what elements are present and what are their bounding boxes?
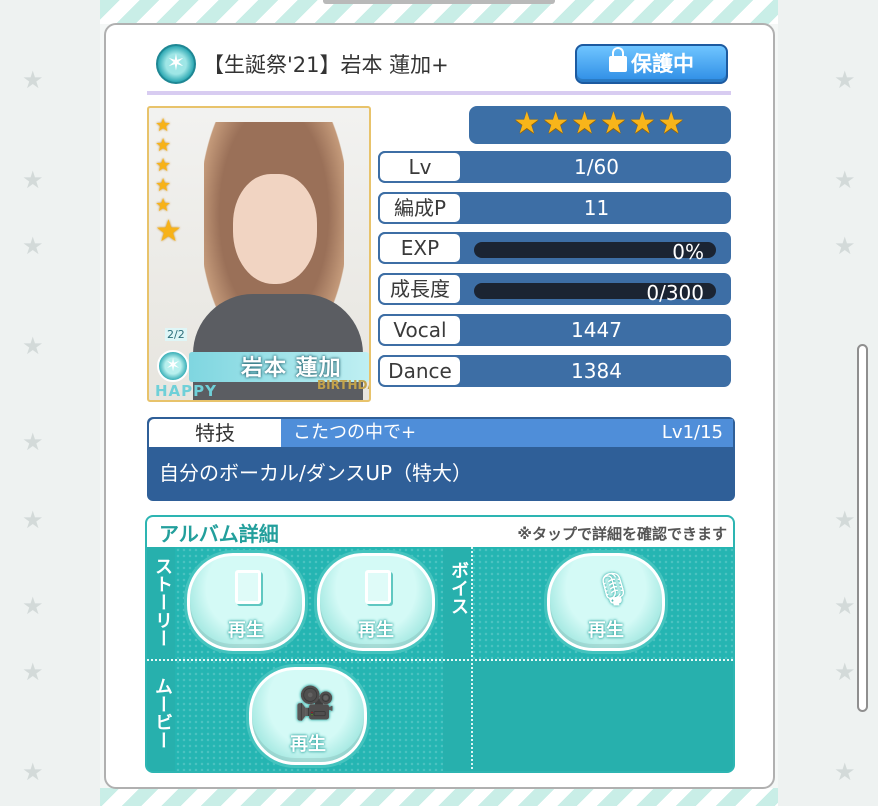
stat-label: 成長度 — [378, 273, 462, 305]
bg-star-icon: ★ — [22, 428, 44, 456]
stat-value: 1/60 — [574, 155, 619, 179]
bg-star-icon: ★ — [22, 166, 44, 194]
background-stripe-bottom — [100, 788, 778, 806]
skill-name: こたつの中で+ — [293, 422, 417, 443]
stat-dance: Dance 1384 — [378, 355, 731, 387]
bg-star-icon: ★ — [834, 506, 856, 534]
story-section-label: ストーリー — [152, 557, 173, 647]
header-divider — [147, 91, 731, 95]
stat-exp: EXP 0% — [378, 232, 731, 264]
bg-star-icon: ★ — [834, 658, 856, 686]
rarity-stars: ★★★★★★ — [469, 106, 731, 144]
stat-growth: 成長度 0/300 — [378, 273, 731, 305]
movie-section-label: ムービー — [152, 677, 173, 749]
star-icon: ★ — [155, 155, 172, 176]
stat-value: 1384 — [571, 359, 622, 383]
exp-progress-bar: 0% — [474, 240, 716, 264]
portrait-rarity-stars: ★ ★ ★ ★ ★ ★ — [155, 115, 182, 249]
skill-description: 自分のボーカル/ダンスUP（特大） — [159, 461, 473, 485]
play-label: 再生 — [228, 620, 264, 641]
portrait-happy-text: HAPPY — [155, 382, 218, 400]
story-play-button-1[interactable]: 再生 — [187, 553, 305, 651]
voice-section-label: ボイス — [448, 561, 469, 615]
skill-panel: 特技 こたつの中で+ Lv1/15 自分のボーカル/ダンスUP（特大） — [147, 417, 735, 501]
bg-star-icon: ★ — [22, 758, 44, 786]
bg-star-icon: ★ — [22, 592, 44, 620]
card-portrait[interactable]: ★ ★ ★ ★ ★ ★ 2/2 ✶ 岩本 蓮加 HAPPY BIRTHDAY — [147, 106, 371, 402]
stat-vocal: Vocal 1447 — [378, 314, 731, 346]
bg-star-icon: ★ — [22, 658, 44, 686]
voice-play-button[interactable]: 🎙 再生 — [547, 553, 665, 651]
stat-label: Vocal — [378, 314, 462, 346]
portrait-date: 2/2 — [165, 328, 187, 341]
play-label: 再生 — [588, 620, 624, 641]
stat-formation: 編成P 11 — [378, 192, 731, 224]
album-note: ※タップで詳細を確認できます — [517, 525, 727, 543]
starburst-emblem-icon: ✶ — [156, 44, 196, 84]
microphone-icon: 🎙 — [593, 570, 634, 608]
top-scroll-indicator — [323, 0, 555, 4]
stat-value: 0/300 — [646, 281, 704, 305]
stat-label: EXP — [378, 232, 462, 264]
stat-lv: Lv 1/60 — [378, 151, 731, 183]
star-icon: ★ — [155, 195, 172, 216]
book-icon — [365, 570, 391, 604]
stat-label: Lv — [378, 151, 462, 183]
star-icon: ★ — [155, 135, 172, 156]
book-icon — [235, 570, 261, 604]
bg-star-icon: ★ — [834, 66, 856, 94]
bg-star-icon: ★ — [834, 758, 856, 786]
growth-progress-bar: 0/300 — [474, 281, 716, 305]
card-title: 【生誕祭'21】岩本 蓮加+ — [203, 53, 449, 77]
bg-star-icon: ★ — [22, 66, 44, 94]
bg-star-icon: ★ — [834, 166, 856, 194]
protect-button[interactable]: 保護中 — [575, 44, 728, 84]
stat-value: 11 — [583, 196, 610, 220]
star-icon: ★ — [155, 115, 172, 136]
card-detail-panel: ✶ 【生誕祭'21】岩本 蓮加+ 保護中 ★ ★ ★ ★ ★ ★ 2/2 ✶ 岩… — [104, 23, 775, 789]
bg-star-icon: ★ — [22, 506, 44, 534]
scrollbar[interactable] — [857, 344, 868, 712]
stat-value: 0% — [672, 240, 704, 264]
play-label: 再生 — [290, 734, 326, 755]
play-label: 再生 — [358, 620, 394, 641]
album-divider-horizontal — [147, 659, 733, 661]
story-play-button-2[interactable]: 再生 — [317, 553, 435, 651]
portrait-emblem-icon: ✶ — [157, 350, 189, 382]
protect-label: 保護中 — [631, 52, 694, 76]
skill-header: こたつの中で+ Lv1/15 — [281, 419, 733, 447]
star-icon: ★ — [155, 175, 172, 196]
portrait-birthday-text: BIRTHDAY — [317, 378, 369, 392]
portrait-face — [233, 174, 317, 284]
skill-tab-label: 特技 — [149, 419, 281, 447]
album-header: アルバム詳細 ※タップで詳細を確認できます — [147, 517, 733, 547]
skill-level: Lv1/15 — [661, 422, 723, 443]
bg-star-icon: ★ — [22, 332, 44, 360]
movie-play-button[interactable]: 🎥 再生 — [249, 667, 367, 765]
lock-icon — [609, 47, 627, 72]
stat-label: Dance — [378, 355, 462, 387]
bg-star-icon: ★ — [834, 592, 856, 620]
background-left — [0, 0, 100, 806]
stat-value: 1447 — [571, 318, 622, 342]
stat-label: 編成P — [378, 192, 462, 224]
album-detail-panel: アルバム詳細 ※タップで詳細を確認できます ストーリー ボイス ムービー 再生 … — [145, 515, 735, 773]
album-title: アルバム詳細 — [159, 522, 279, 546]
star-icon: ★ — [155, 214, 182, 249]
video-camera-icon: 🎥 — [295, 684, 335, 722]
bg-star-icon: ★ — [22, 232, 44, 260]
bg-star-icon: ★ — [834, 232, 856, 260]
